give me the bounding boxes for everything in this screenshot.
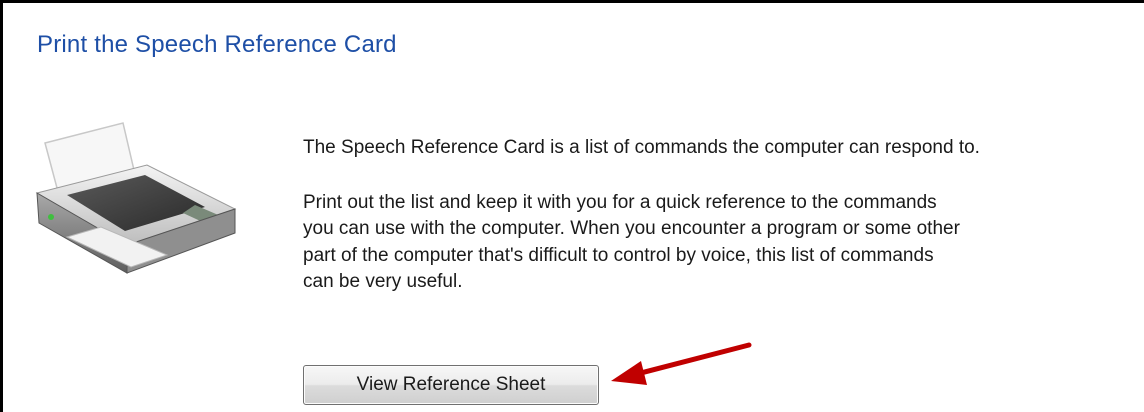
page-title: Print the Speech Reference Card <box>37 31 397 58</box>
description-line: Print out the list and keep it with you … <box>303 191 937 213</box>
printer-icon <box>35 122 237 274</box>
description-block: The Speech Reference Card is a list of c… <box>303 135 1144 296</box>
intro-text: The Speech Reference Card is a list of c… <box>303 137 980 158</box>
red-arrow-icon <box>611 342 752 385</box>
description-line: can be very useful. <box>303 271 463 292</box>
description-line: you can use with the computer. When you … <box>303 218 960 239</box>
view-reference-sheet-button[interactable]: View Reference Sheet <box>303 365 599 405</box>
window-frame: Print the Speech Reference Card The Spee… <box>0 0 1144 412</box>
description-line: part of the computer that's difficult to… <box>303 244 934 266</box>
